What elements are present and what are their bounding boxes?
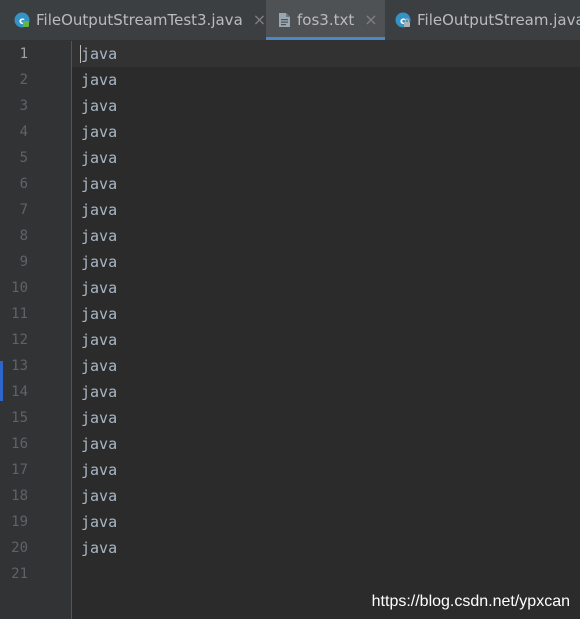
- text-caret: [80, 45, 81, 63]
- code-line[interactable]: java: [81, 431, 117, 457]
- code-line[interactable]: java: [81, 535, 117, 561]
- close-tab-icon[interactable]: ×: [364, 12, 377, 28]
- code-line[interactable]: java: [81, 249, 117, 275]
- line-number: 15: [11, 410, 28, 426]
- code-line[interactable]: java: [81, 93, 117, 119]
- line-number: 2: [19, 72, 28, 88]
- code-line[interactable]: java: [81, 457, 117, 483]
- watermark: https://blog.csdn.net/ypxcan: [371, 593, 570, 610]
- line-number: 4: [19, 124, 28, 140]
- tab-fileoutputstreamtest3[interactable]: c FileOutputStreamTest3.java ×: [0, 0, 266, 40]
- line-number: 5: [19, 150, 28, 166]
- line-number: 1: [19, 46, 28, 62]
- tab-fileoutputstream[interactable]: c FileOutputStream.java: [385, 0, 580, 40]
- code-line[interactable]: java: [81, 275, 117, 301]
- code-line[interactable]: java: [81, 379, 117, 405]
- text-file-icon: [279, 13, 290, 27]
- code-line[interactable]: java: [81, 41, 117, 67]
- line-number: 17: [11, 462, 28, 478]
- code-line[interactable]: java: [81, 405, 117, 431]
- line-number: 18: [11, 488, 28, 504]
- tab-label: FileOutputStreamTest3.java: [36, 11, 243, 29]
- code-line[interactable]: java: [81, 223, 117, 249]
- line-number: 12: [11, 332, 28, 348]
- line-number: 20: [11, 540, 28, 556]
- java-class-icon: c: [14, 12, 30, 28]
- code-line[interactable]: java: [81, 67, 117, 93]
- line-number: 9: [19, 254, 28, 270]
- code-line[interactable]: java: [81, 327, 117, 353]
- code-line[interactable]: java: [81, 301, 117, 327]
- line-number: 19: [11, 514, 28, 530]
- code-line[interactable]: java: [81, 197, 117, 223]
- tab-label: FileOutputStream.java: [417, 11, 580, 29]
- editor-tab-bar: c FileOutputStreamTest3.java × fos3.txt …: [0, 0, 580, 41]
- code-line[interactable]: java: [81, 353, 117, 379]
- java-class-locked-icon: c: [395, 12, 411, 28]
- line-number: 7: [19, 202, 28, 218]
- code-line[interactable]: java: [81, 509, 117, 535]
- line-number: 3: [19, 98, 28, 114]
- line-number: 14: [11, 384, 28, 400]
- line-number: 13: [11, 358, 28, 374]
- line-number: 21: [11, 566, 28, 582]
- code-editor[interactable]: 1 2 3 4 5 6 7 8 9 10 11 12 13 14 15 16 1…: [0, 41, 580, 619]
- code-line[interactable]: java: [81, 145, 117, 171]
- line-number: 16: [11, 436, 28, 452]
- tab-label: fos3.txt: [297, 11, 355, 29]
- close-tab-icon[interactable]: ×: [253, 12, 266, 28]
- code-line[interactable]: java: [81, 483, 117, 509]
- code-line[interactable]: java: [81, 119, 117, 145]
- active-tab-indicator: [266, 37, 385, 40]
- line-number: 6: [19, 176, 28, 192]
- code-line[interactable]: java: [81, 171, 117, 197]
- line-number: 8: [19, 228, 28, 244]
- tab-fos3-txt[interactable]: fos3.txt ×: [266, 0, 385, 40]
- line-number: 10: [11, 280, 28, 296]
- line-number: 11: [11, 306, 28, 322]
